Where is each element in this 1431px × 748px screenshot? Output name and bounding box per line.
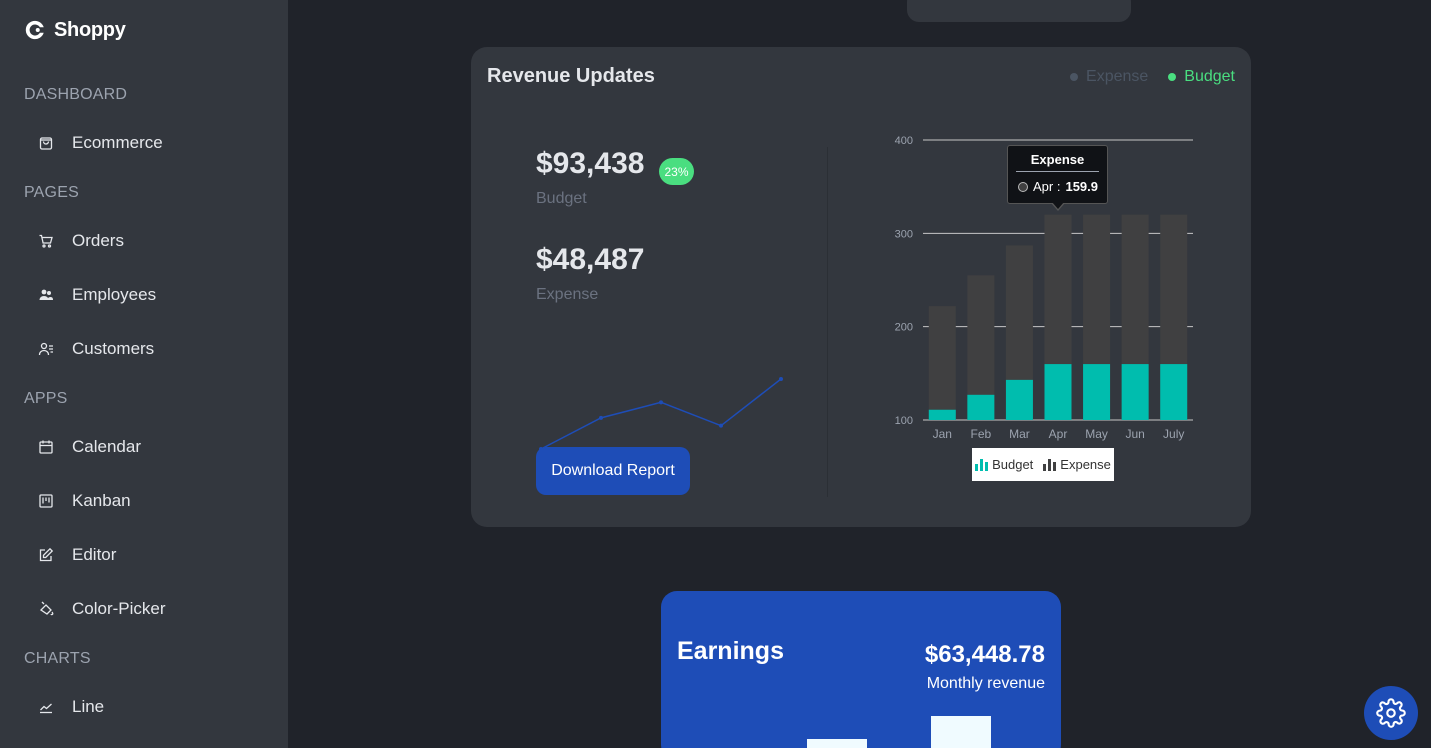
x-tick-label: Mar — [1009, 427, 1030, 441]
tooltip-title: Expense — [1030, 152, 1085, 167]
sidebar-item-customers[interactable]: Customers — [24, 329, 274, 369]
x-tick-label: Jan — [933, 427, 952, 441]
y-tick-label: 400 — [895, 135, 913, 147]
bar-chart-icon — [975, 459, 989, 471]
kanban-icon — [36, 491, 56, 511]
section-title-charts: CHARTS — [24, 650, 91, 667]
sidebar-item-employees[interactable]: Employees — [24, 275, 274, 315]
x-tick-label: May — [1085, 427, 1108, 441]
sidebar-item-label: Ecommerce — [72, 133, 163, 152]
sidebar-item-ecommerce[interactable]: Ecommerce — [24, 123, 274, 163]
legend-budget[interactable]: Budget — [1168, 68, 1235, 86]
revenue-updates-card: Revenue Updates Expense Budget $93,438 2… — [471, 47, 1251, 527]
download-report-button[interactable]: Download Report — [536, 447, 690, 495]
sidebar-item-label: Orders — [72, 231, 124, 250]
sidebar-item-label: Color-Picker — [72, 599, 166, 618]
x-tick-label: Apr — [1049, 427, 1068, 441]
color-picker-icon — [36, 599, 56, 619]
section-title-pages: PAGES — [24, 184, 79, 201]
sidebar-item-label: Calendar — [72, 437, 141, 456]
app-name: Shoppy — [54, 18, 126, 41]
chart-legend: Budget Expense — [972, 448, 1114, 481]
expense-value: $48,487 — [536, 243, 645, 276]
sidebar-item-orders[interactable]: Orders — [24, 221, 274, 261]
sidebar: Shoppy DASHBOARD Ecommerce PAGES Orders … — [0, 0, 288, 748]
budget-label: Budget — [536, 190, 587, 207]
budget-bar — [1121, 364, 1149, 420]
shoppy-logo-icon — [25, 20, 44, 40]
chart-legend-budget[interactable]: Budget — [975, 457, 1033, 472]
percent-badge: 23% — [659, 158, 694, 185]
sparkline-point — [599, 415, 603, 420]
sparkline-point — [719, 423, 723, 428]
tooltip-value: 159.9 — [1065, 179, 1099, 194]
calendar-icon — [36, 437, 56, 457]
tooltip-arrow-inner — [1052, 202, 1064, 209]
budget-bar — [967, 394, 995, 420]
budget-bar — [928, 409, 956, 420]
line-chart-icon — [36, 697, 56, 717]
sidebar-item-calendar[interactable]: Calendar — [24, 427, 274, 467]
legend-expense[interactable]: Expense — [1070, 68, 1148, 86]
budget-bar — [1160, 364, 1188, 420]
earnings-card: Earnings $63,448.78 Monthly revenue — [661, 591, 1061, 748]
sidebar-item-label: Line — [72, 697, 105, 716]
budget-bar — [1083, 364, 1111, 420]
legend-label: Expense — [1086, 68, 1149, 85]
section-title-apps: APPS — [24, 390, 68, 407]
sidebar-item-label: Editor — [72, 545, 117, 564]
earnings-bar — [807, 739, 867, 748]
x-tick-label: July — [1163, 427, 1184, 441]
tooltip-label: Apr : — [1033, 179, 1061, 194]
sidebar-item-label: Customers — [72, 339, 155, 358]
chart-tooltip: Expense Apr : 159.9 — [1007, 145, 1108, 211]
card-title: Revenue Updates — [487, 65, 655, 87]
top-card-stub — [907, 0, 1131, 22]
x-tick-label: Jun — [1125, 427, 1144, 441]
sidebar-item-color-picker[interactable]: Color-Picker — [24, 589, 274, 629]
revenue-legend: Expense Budget — [1070, 68, 1235, 86]
bar-chart-icon — [1043, 459, 1057, 471]
sidebar-item-kanban[interactable]: Kanban — [24, 481, 274, 521]
sidebar-item-label: Kanban — [72, 491, 131, 510]
edit-icon — [36, 545, 56, 565]
x-tick-label: Feb — [971, 427, 992, 441]
y-tick-label: 200 — [895, 322, 913, 334]
tooltip-marker — [1018, 181, 1028, 192]
budget-value: $93,438 — [536, 147, 645, 180]
sidebar-item-label: Employees — [72, 285, 157, 304]
budget-bar — [1005, 379, 1033, 420]
sparkline-point — [779, 377, 783, 381]
earnings-bar — [931, 716, 991, 748]
section-title-dashboard: DASHBOARD — [24, 86, 128, 103]
y-tick-label: 300 — [895, 228, 913, 240]
legend-dot — [1168, 73, 1177, 81]
legend-label: Budget — [1184, 68, 1235, 85]
legend-dot — [1070, 73, 1079, 81]
budget-bar — [1044, 364, 1072, 420]
sidebar-item-editor[interactable]: Editor — [24, 535, 274, 575]
y-tick-label: 100 — [895, 415, 913, 427]
settings-button[interactable] — [1364, 686, 1418, 740]
sparkline-point — [659, 400, 663, 405]
earnings-title: Earnings — [677, 637, 784, 665]
expense-label: Expense — [536, 286, 599, 303]
earnings-value: $63,448.78 — [924, 641, 1045, 668]
app-logo[interactable]: Shoppy — [24, 16, 126, 44]
shopping-bag-icon — [36, 133, 56, 153]
employees-icon — [36, 285, 56, 305]
gear-icon — [1376, 698, 1406, 728]
earnings-subtitle: Monthly revenue — [926, 675, 1045, 692]
chart-legend-expense[interactable]: Expense — [1043, 457, 1111, 472]
customers-icon — [36, 339, 56, 359]
expense-bar — [928, 306, 956, 420]
sparkline-path — [540, 378, 782, 450]
tooltip-row: Apr : 159.9 — [1008, 172, 1107, 194]
card-divider — [827, 147, 828, 497]
cart-icon — [36, 231, 56, 251]
chart-legend-label: Expense — [1060, 457, 1111, 472]
chart-legend-label: Budget — [992, 457, 1034, 472]
sidebar-item-line[interactable]: Line — [24, 687, 274, 727]
